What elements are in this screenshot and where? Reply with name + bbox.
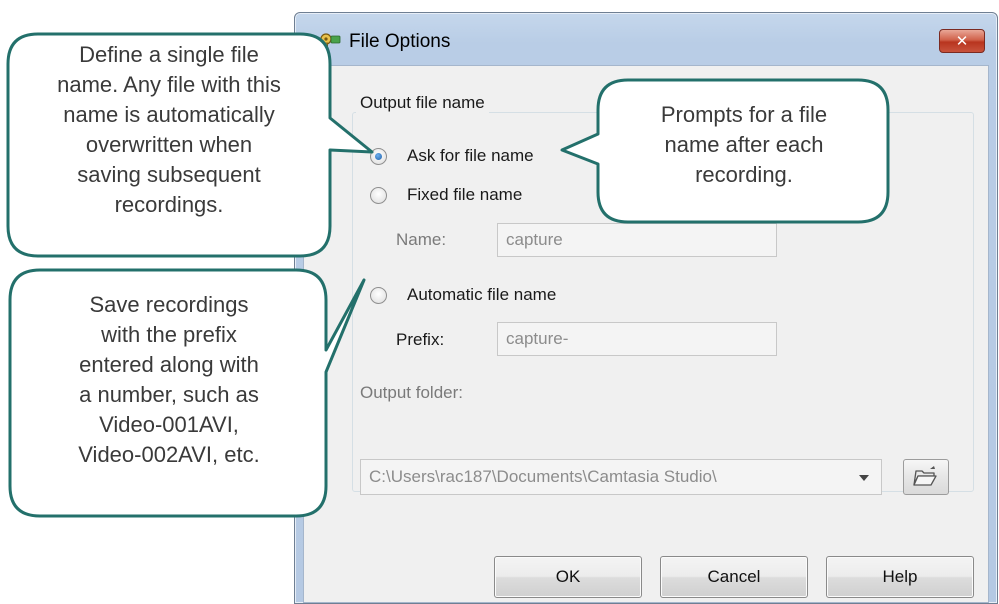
callout-line: recording. (695, 162, 793, 187)
callout-line: a number, such as (79, 382, 259, 407)
callout-line: Video-001AVI, (99, 412, 239, 437)
callout-line: Save recordings (89, 292, 249, 317)
callout-line: name is automatically (63, 102, 275, 127)
callout-line: name after each (664, 132, 824, 157)
callout-line: Video-002AVI, etc. (78, 442, 260, 467)
callout-line: recordings. (114, 192, 224, 217)
callout-line: entered along with (79, 352, 259, 377)
ask-for-file-name-callout: Prompts for a file name after each recor… (604, 100, 884, 190)
callout-line: Prompts for a file (660, 102, 828, 127)
callout-line: saving subsequent (77, 162, 261, 187)
callout-line: Define a single file (79, 42, 259, 67)
callout-line: overwritten when (85, 132, 253, 157)
fixed-file-name-callout: Define a single file name. Any file with… (12, 40, 326, 220)
automatic-file-name-callout: Save recordings with the prefix entered … (14, 290, 324, 470)
callout-line: name. Any file with this (57, 72, 281, 97)
callout-line: with the prefix (101, 322, 237, 347)
